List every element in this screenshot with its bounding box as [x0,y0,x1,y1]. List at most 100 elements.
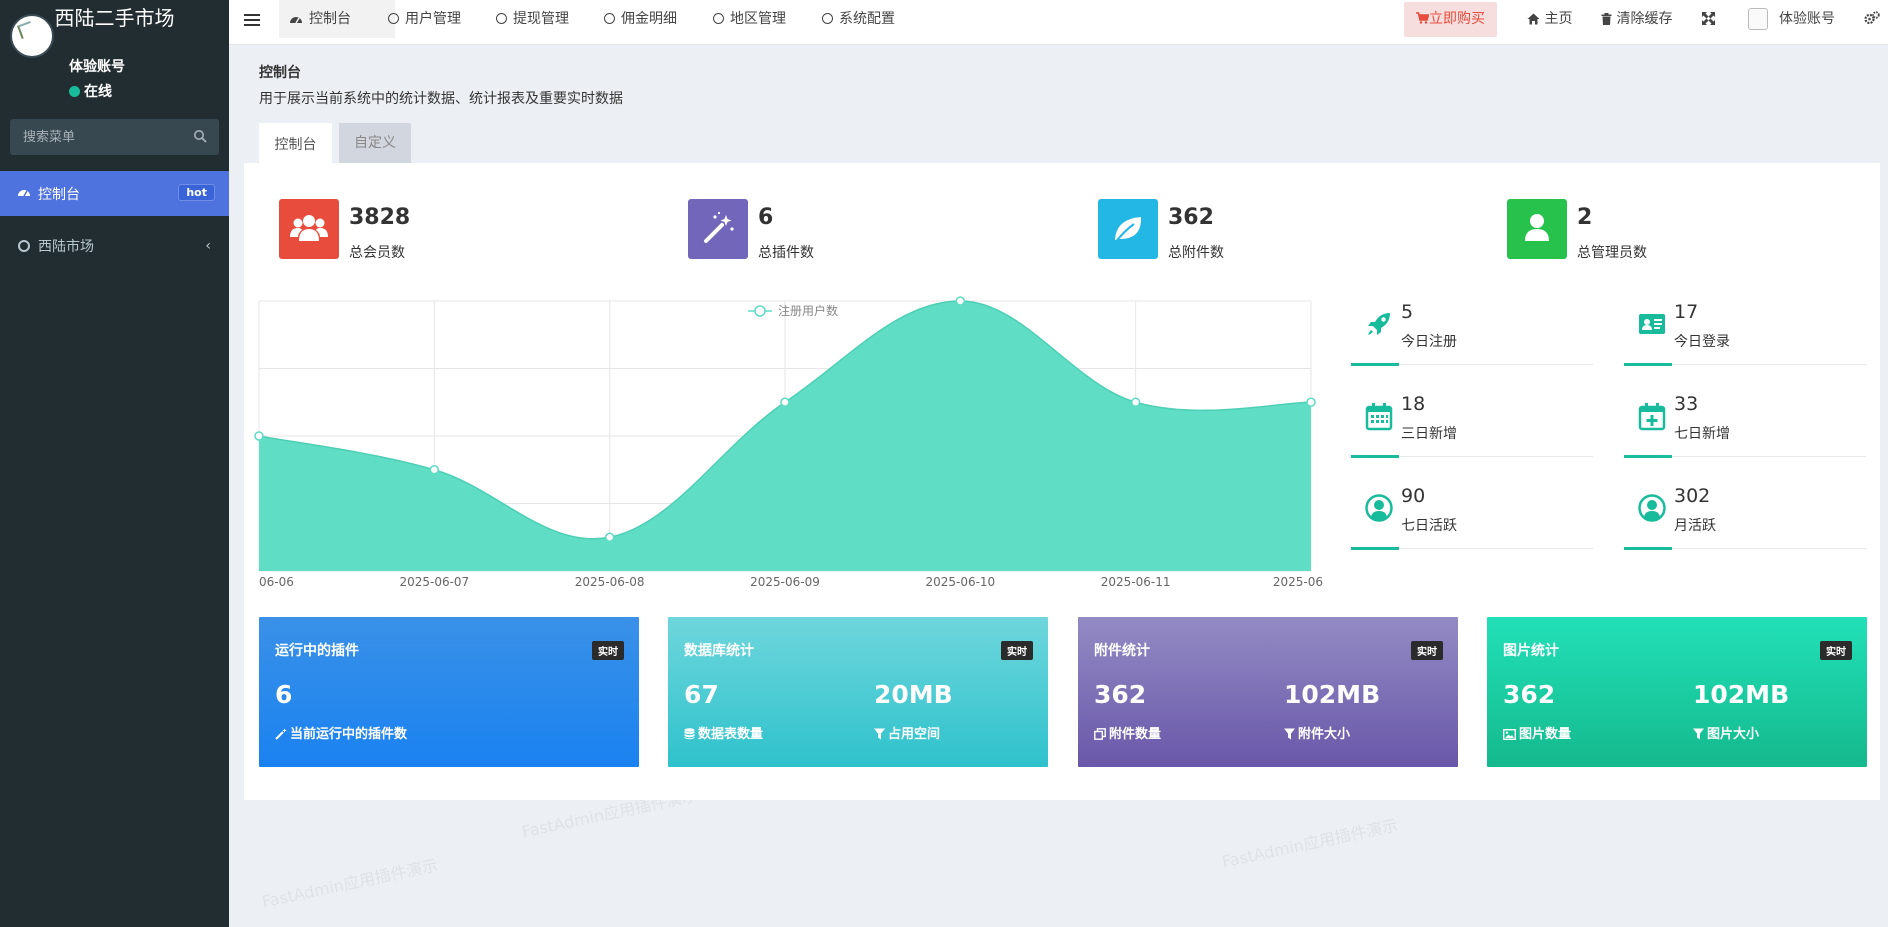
realtime-badge: 实时 [1820,641,1852,660]
x-tick-label: 2025-06-11 [1101,575,1171,589]
tab-user-management[interactable]: 用户管理 [378,0,471,38]
card-running-plugins: 运行中的插件 实时 6 当前运行中的插件数 [259,617,639,767]
fullscreen-icon [1702,12,1715,25]
card-value-secondary: 20MB [874,680,953,709]
mini-stat-value: 90 [1401,485,1426,507]
buy-now-label: 立即购买 [1429,11,1485,27]
tab-label: 用户管理 [405,11,461,27]
user-avatar-icon[interactable] [1748,8,1768,30]
data-point [254,431,264,441]
tab-system-config[interactable]: 系统配置 [812,0,905,38]
calendar-icon [1365,403,1393,431]
top-navbar: 控制台 用户管理 提现管理 佣金明细 地区管理 系统配置 立即购买 主页 清除缓… [229,0,1888,45]
tab-commission-details[interactable]: 佣金明细 [594,0,687,38]
mini-stat-progress [1624,547,1672,550]
registered-users-chart: 06-06 2025-06-07 2025-06-08 2025-06-09 2025-… [254,296,1323,589]
tab-custom[interactable]: 自定义 [339,123,411,163]
content-header: 控制台 用于展示当前系统中的统计数据、统计报表及重要实时数据 [259,62,623,108]
mini-stat-label: 今日登录 [1674,334,1730,350]
card-subtitle-secondary: 图片大小 [1693,723,1759,742]
circle-icon [496,13,507,24]
card-subtitle: 附件数量 [1094,723,1161,742]
user-status: 在线 [69,81,112,101]
stat-value: 3828 [349,205,411,230]
x-tick-label: 2025-06-09 [750,575,820,589]
home-icon [1527,13,1540,25]
stat-label: 总管理员数 [1577,245,1647,261]
menu-toggle-icon[interactable] [244,14,260,28]
mini-stat-value: 5 [1401,301,1414,323]
x-tick-label: 2025-06-08 [575,575,645,589]
stat-total-admins: 2 总管理员数 [1507,199,1827,261]
mini-stat-progress [1624,455,1672,458]
magic-icon [275,728,287,740]
copy-icon [1094,728,1106,740]
chevron-left-icon: ‹ [205,238,211,254]
settings-button[interactable] [1864,0,1880,38]
rocket-icon [1368,313,1390,335]
tab-label: 地区管理 [730,11,786,27]
user-circle-icon [1638,494,1666,522]
mini-stat-7day-new: 33 七日新增 [1624,393,1866,459]
mini-stat-label: 月活跃 [1674,518,1716,534]
mini-stat-value: 302 [1674,485,1711,507]
data-point [429,465,440,475]
cart-icon [1416,12,1430,24]
clear-cache-label: 清除缓存 [1616,11,1673,27]
tab-region-management[interactable]: 地区管理 [703,0,796,38]
buy-now-button[interactable]: 立即购买 [1404,2,1497,37]
circle-icon [713,13,724,24]
stat-total-members: 3828 总会员数 [279,199,599,261]
mini-stat-value: 17 [1674,301,1699,323]
card-attachment-stats: 附件统计 实时 362 附件数量 102MB 附件大小 [1078,617,1458,767]
card-value: 67 [684,680,719,709]
sidebar-item-dashboard[interactable]: 控制台 hot [0,171,229,216]
avatar [10,14,54,58]
sidebar-item-market[interactable]: 西陆市场 ‹ [0,224,229,269]
sidebar-item-label: 西陆市场 [38,239,94,255]
watermark-text: FastAdmin应用插件演示 [260,855,440,912]
card-value: 362 [1094,680,1147,709]
circle-icon [18,240,30,252]
tab-withdraw-management[interactable]: 提现管理 [486,0,579,38]
mini-stat-label: 三日新增 [1401,426,1457,442]
trash-icon [1601,13,1612,25]
card-subtitle: 图片数量 [1502,723,1571,742]
sidebar-item-label: 控制台 [38,187,80,203]
stat-total-plugins: 6 总插件数 [688,199,1008,261]
filter-icon [1284,728,1295,740]
search-icon[interactable] [193,129,207,143]
search-input[interactable] [10,119,190,155]
fullscreen-button[interactable] [1702,0,1715,38]
card-value-secondary: 102MB [1284,680,1381,709]
home-label: 主页 [1544,11,1573,27]
card-title: 附件统计 [1094,643,1150,659]
user-name: 体验账号 [69,59,125,75]
stat-value: 6 [758,205,774,230]
menu-search [10,119,219,155]
card-title: 图片统计 [1503,643,1559,659]
mini-stat-progress [1351,363,1399,366]
mini-stat-label: 今日注册 [1401,334,1457,350]
circle-icon [388,13,399,24]
stat-label: 总会员数 [349,245,405,261]
realtime-badge: 实时 [1411,641,1443,660]
realtime-badge: 实时 [592,641,624,660]
account-menu[interactable]: 体验账号 [1779,0,1835,38]
data-point [1306,397,1316,407]
x-tick-label: 2025-06-07 [399,575,469,589]
page-title: 控制台 [259,65,301,81]
legend-marker [754,305,766,317]
mini-stat-progress [1351,547,1399,550]
card-subtitle-secondary: 附件大小 [1284,723,1350,742]
clear-cache-link[interactable]: 清除缓存 [1601,0,1672,38]
mini-stat-label: 七日活跃 [1401,518,1457,534]
stat-value: 2 [1577,205,1593,230]
mini-stat-label: 七日新增 [1674,426,1730,442]
page-subtitle: 用于展示当前系统中的统计数据、统计报表及重要实时数据 [259,91,623,107]
x-tick-label: 06-06 [259,575,294,589]
user-circle-icon [1365,494,1393,522]
home-link[interactable]: 主页 [1527,0,1572,38]
dashboard-icon [290,17,302,24]
tab-console[interactable]: 控制台 [259,123,332,163]
